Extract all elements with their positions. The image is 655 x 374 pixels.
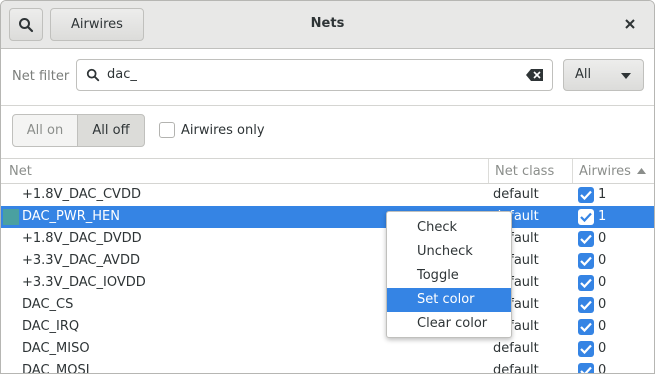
- checkmark-icon: [580, 322, 592, 332]
- all-off-button[interactable]: All off: [77, 114, 145, 147]
- airwires-count: 1: [598, 209, 607, 224]
- table-row[interactable]: DAC_IRQ default 0: [1, 316, 654, 338]
- net-name: +1.8V_DAC_CVDD: [22, 187, 141, 202]
- checkmark-icon: [580, 344, 592, 354]
- context-menu-item[interactable]: Uncheck: [387, 240, 511, 264]
- window-title: Nets: [310, 16, 345, 31]
- sort-ascending-icon: [637, 168, 646, 174]
- checkmark-icon: [580, 234, 592, 244]
- filter-row: Net filter dac_ All: [1, 49, 654, 105]
- airwires-count: 0: [598, 253, 607, 268]
- net-name: +3.3V_DAC_IOVDD: [22, 275, 146, 290]
- header-bar: Airwires Nets: [1, 1, 654, 49]
- table-row[interactable]: DAC_MOSI default 0: [1, 360, 654, 374]
- close-button[interactable]: [620, 14, 640, 34]
- airwires-checkbox[interactable]: [578, 231, 594, 247]
- net-filter-input[interactable]: dac_: [76, 59, 553, 91]
- airwires-count: 0: [598, 275, 607, 290]
- airwires-count: 0: [598, 319, 607, 334]
- airwires-checkbox[interactable]: [578, 297, 594, 313]
- airwires-only-label[interactable]: Airwires only: [181, 123, 265, 138]
- column-divider: [488, 159, 489, 183]
- airwires-checkbox[interactable]: [578, 209, 594, 225]
- nets-table: Net Net class Airwires +1.8V_DAC_CVDDdef…: [1, 159, 654, 373]
- net-class: default: [493, 363, 539, 374]
- net-filter-value: dac_: [107, 67, 137, 82]
- close-icon: [625, 19, 635, 29]
- checkmark-icon: [580, 256, 592, 266]
- table-row[interactable]: DAC_MISO default 0: [1, 338, 654, 360]
- airwires-checkbox[interactable]: [578, 253, 594, 269]
- table-row[interactable]: +3.3V_DAC_AVDD default 0: [1, 250, 654, 272]
- context-menu-item[interactable]: Set color: [387, 288, 511, 312]
- table-row[interactable]: DAC_CS default 0: [1, 294, 654, 316]
- table-row[interactable]: +1.8V_DAC_CVDD default 1: [1, 184, 654, 206]
- airwires-count: 0: [598, 363, 607, 374]
- airwires-checkbox[interactable]: [578, 187, 594, 203]
- all-off-label: All off: [92, 123, 130, 138]
- airwires-only-checkbox[interactable]: [159, 122, 175, 138]
- net-filter-label: Net filter: [12, 69, 70, 84]
- net-name: +1.8V_DAC_DVDD: [22, 231, 142, 246]
- net-name: DAC_PWR_HEN: [22, 209, 120, 224]
- net-name: +3.3V_DAC_AVDD: [22, 253, 140, 268]
- net-color-swatch: [3, 209, 19, 225]
- checkmark-icon: [580, 212, 592, 222]
- checkmark-icon: [580, 366, 592, 373]
- airwires-count: 0: [598, 341, 607, 356]
- column-header-airwires[interactable]: Airwires: [579, 164, 631, 179]
- context-menu-item[interactable]: Check: [387, 216, 511, 240]
- checkmark-icon: [580, 300, 592, 310]
- airwires-count: 0: [598, 231, 607, 246]
- airwires-checkbox[interactable]: [578, 319, 594, 335]
- all-on-button[interactable]: All on: [12, 114, 78, 147]
- nets-window: Airwires Nets Net filter dac_ All All on…: [0, 0, 655, 374]
- airwires-count: 1: [598, 187, 607, 202]
- all-on-label: All on: [26, 123, 64, 138]
- column-divider: [572, 159, 573, 183]
- clear-text-icon[interactable]: [526, 68, 544, 82]
- airwires-checkbox[interactable]: [578, 341, 594, 357]
- airwires-checkbox[interactable]: [578, 363, 594, 373]
- checkmark-icon: [580, 278, 592, 288]
- column-header-net-class[interactable]: Net class: [495, 164, 554, 179]
- context-menu-item[interactable]: Toggle: [387, 264, 511, 288]
- table-header: Net Net class Airwires: [1, 159, 654, 184]
- checkmark-icon: [580, 190, 592, 200]
- net-name: DAC_IRQ: [22, 319, 80, 334]
- table-row[interactable]: DAC_PWR_HEN default 1: [1, 206, 654, 228]
- net-name: DAC_MISO: [22, 341, 90, 356]
- airwires-count: 0: [598, 297, 607, 312]
- table-row[interactable]: +3.3V_DAC_IOVDD default 0: [1, 272, 654, 294]
- net-class: default: [493, 187, 539, 202]
- net-name: DAC_MOSI: [22, 363, 90, 374]
- search-icon: [86, 68, 100, 82]
- net-name: DAC_CS: [22, 297, 74, 312]
- column-header-net[interactable]: Net: [9, 164, 32, 179]
- toggle-row: All on All off Airwires only: [1, 106, 654, 158]
- chevron-down-icon: [621, 73, 631, 79]
- table-row[interactable]: +1.8V_DAC_DVDD default 0: [1, 228, 654, 250]
- context-menu: Check Uncheck Toggle Set color Clear color: [386, 211, 512, 338]
- net-scope-dropdown[interactable]: All: [563, 59, 644, 91]
- airwires-checkbox[interactable]: [578, 275, 594, 291]
- net-scope-value: All: [575, 67, 592, 82]
- context-menu-item[interactable]: Clear color: [387, 312, 511, 336]
- net-class: default: [493, 341, 539, 356]
